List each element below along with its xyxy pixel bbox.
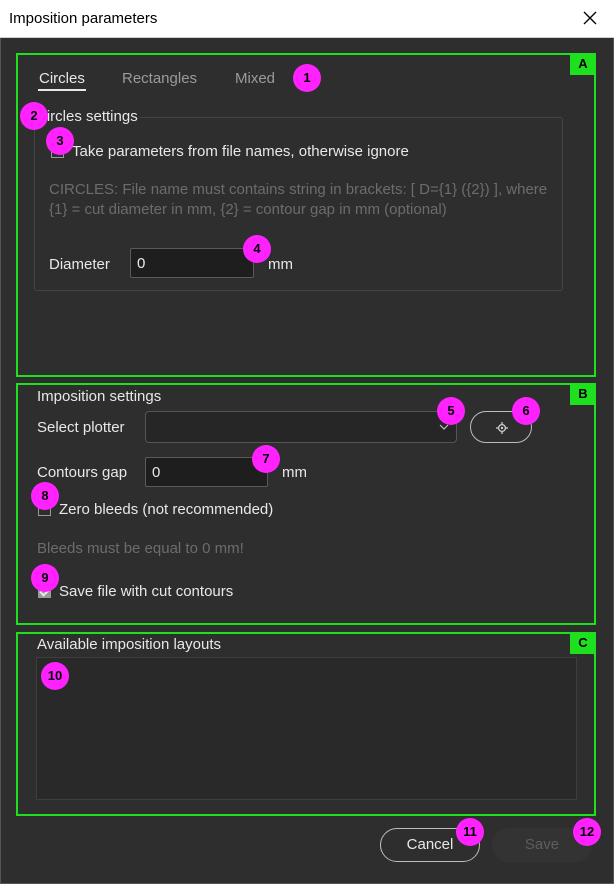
plotter-select[interactable] <box>145 411 457 443</box>
diameter-input[interactable] <box>130 248 254 278</box>
imposition-settings-label: Imposition settings <box>37 388 162 405</box>
circles-filename-hint: CIRCLES: File name must contains string … <box>49 181 548 218</box>
annotation-marker: 11 <box>456 818 484 846</box>
annotation-marker: 5 <box>437 397 465 425</box>
title-bar: Imposition parameters <box>0 0 614 38</box>
bleeds-hint: Bleeds must be equal to 0 mm! <box>37 540 244 557</box>
take-params-label: Take parameters from file names, otherwi… <box>72 143 409 160</box>
layouts-label: Available imposition layouts <box>37 636 221 653</box>
section-b-tag: B <box>570 383 596 405</box>
annotation-marker: 8 <box>31 482 59 510</box>
window-title: Imposition parameters <box>9 10 158 27</box>
zero-bleeds-label: Zero bleeds (not recommended) <box>59 501 274 518</box>
section-a-tag: A <box>570 53 596 75</box>
annotation-marker: 6 <box>512 397 540 425</box>
contours-gap-unit: mm <box>282 464 307 481</box>
contours-gap-input[interactable] <box>145 457 268 487</box>
annotation-marker: 1 <box>293 64 321 92</box>
diameter-unit: mm <box>268 256 293 273</box>
annotation-marker: 10 <box>41 662 69 690</box>
annotation-marker: 12 <box>573 818 601 846</box>
layouts-list[interactable] <box>36 657 577 800</box>
gear-icon <box>496 422 508 434</box>
annotation-marker: 4 <box>243 235 271 263</box>
diameter-label: Diameter <box>49 256 110 273</box>
close-icon[interactable] <box>580 8 600 28</box>
annotation-marker: 9 <box>31 564 59 592</box>
tab-circles[interactable]: Circles <box>39 70 85 87</box>
annotation-marker: 3 <box>46 127 74 155</box>
section-c-tag: C <box>570 632 596 654</box>
select-plotter-label: Select plotter <box>37 419 125 436</box>
tab-mixed[interactable]: Mixed <box>235 70 275 87</box>
save-contours-label: Save file with cut contours <box>59 583 234 600</box>
annotation-marker: 2 <box>20 102 48 130</box>
annotation-marker: 7 <box>252 445 280 473</box>
tab-active-indicator <box>38 89 86 91</box>
tab-rectangles[interactable]: Rectangles <box>122 70 197 87</box>
circles-settings-label: Circles settings <box>34 108 140 125</box>
contours-gap-label: Contours gap <box>37 464 128 481</box>
